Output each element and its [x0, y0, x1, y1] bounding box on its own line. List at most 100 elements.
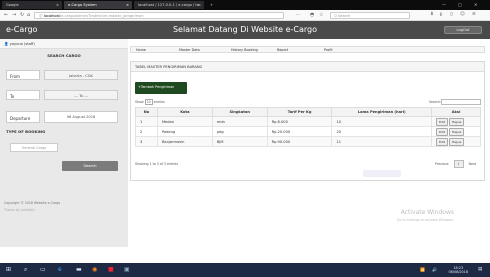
menu-icon[interactable]: ≡ — [472, 12, 476, 17]
user-name: yoyuno (staff) — [9, 42, 35, 46]
pocket-icon[interactable]: ◓ — [310, 12, 314, 18]
table-row: 2 Padang pdg Rp.20.000 20 Edit Hapus — [135, 126, 481, 137]
copyright-text: Copyright © 2018 Website e-Cargo — [4, 201, 61, 205]
logout-button[interactable]: LogOut — [444, 26, 482, 34]
next-page-button[interactable]: Next — [465, 160, 480, 168]
menu-item-report[interactable]: Report — [277, 48, 288, 52]
shipping-master-panel: TABEL MASTER PENGIRIMAN BARANG +Tambah P… — [130, 61, 485, 181]
cell-tarif: Rp.8.000 — [266, 116, 333, 127]
cell-no: 3 — [135, 136, 158, 147]
edit-button[interactable]: Edit — [436, 127, 448, 136]
download-icon[interactable]: ⬇ — [430, 12, 434, 17]
cell-kota: Medan — [156, 116, 213, 127]
col-header-no[interactable]: No — [135, 107, 158, 117]
theme-credit: Theme by Jumbotlc — [4, 208, 35, 212]
col-header-aksi: Aksi — [431, 107, 481, 117]
cell-aksi: Edit Hapus — [431, 116, 481, 127]
edit-button[interactable]: Edit — [436, 117, 448, 126]
pagination: Previous 1 Next — [431, 160, 480, 168]
delete-button[interactable]: Hapus — [448, 127, 465, 136]
table-search-label: Search: — [429, 100, 442, 104]
edge-browser-icon[interactable]: e — [58, 266, 62, 273]
search-icon[interactable]: ⌕ — [24, 266, 27, 274]
new-tab-button[interactable]: + — [206, 1, 216, 9]
browser-tab-ecargo[interactable]: e-Cargo System × — [64, 1, 132, 9]
col-header-tarif[interactable]: Tarif Per Kg — [266, 107, 333, 117]
account-icon[interactable]: ☺ — [460, 12, 465, 17]
col-header-kota[interactable]: Kota — [156, 107, 213, 117]
menu-item-home[interactable]: Home — [136, 48, 146, 52]
menu-item-profil[interactable]: Profil — [324, 48, 332, 52]
bookmark-star-icon[interactable]: ☆ — [319, 12, 323, 18]
activate-windows-title: Activate Windows — [400, 209, 454, 216]
cell-tarif: Rp.20.000 — [266, 126, 333, 137]
url-bar[interactable]: ⓘ localhost/e-cargo/admin/Tradmin/m.mast… — [34, 12, 284, 19]
file-explorer-icon[interactable]: ▬ — [76, 266, 82, 273]
close-tab-icon[interactable]: × — [198, 3, 201, 7]
app-icon[interactable]: ■ — [108, 266, 114, 273]
browser-tab-google[interactable]: Google × — [2, 1, 62, 9]
cell-lama: 20 — [331, 126, 433, 137]
page-actions-icon[interactable]: ··· — [296, 12, 300, 17]
to-select[interactable]: --- To --- — [44, 90, 118, 100]
home-icon[interactable]: ⌂ — [27, 12, 30, 18]
entries-select[interactable]: 10 — [144, 99, 153, 105]
close-tab-icon[interactable]: × — [56, 3, 59, 7]
departure-date-input[interactable]: 06 August 2018 — [44, 111, 118, 123]
type-of-booking-title: TYPE OF BOOKING — [6, 129, 46, 134]
reload-icon[interactable]: ↻ — [20, 12, 24, 18]
booking-type-select[interactable]: General Cargo — [10, 143, 58, 152]
edit-button[interactable]: Edit — [436, 137, 448, 146]
task-view-icon[interactable]: ▭ — [40, 266, 46, 273]
forward-arrow-icon[interactable]: → — [12, 12, 16, 18]
table-row: 3 Banjarmasin BJM Rp.90.000 11 Edit Hapus — [135, 136, 481, 147]
app-header: Selamat Datang Di Website e-Cargo e-Carg… — [0, 21, 490, 39]
faint-highlight — [363, 170, 401, 177]
from-select[interactable]: Jakarta - CGK — [44, 70, 118, 80]
cell-tarif: Rp.90.000 — [266, 136, 333, 147]
minimize-window-icon[interactable]: — — [442, 2, 446, 7]
table-search-input[interactable] — [441, 99, 481, 105]
library-icon[interactable]: ⫴ — [440, 12, 442, 18]
cell-lama: 10 — [331, 116, 433, 127]
cell-singkatan: mdn — [211, 116, 268, 127]
add-shipping-button[interactable]: +Tambah Pengiriman — [135, 82, 187, 94]
show-entries: Show 10 entries — [135, 99, 165, 105]
page-1-button[interactable]: 1 — [453, 160, 464, 168]
menu-item-master-data[interactable]: Master Data — [179, 48, 200, 52]
browser-search-input[interactable]: Q Search — [330, 12, 410, 19]
search-button[interactable]: Search — [62, 161, 118, 171]
browser-tab-bar: Google × e-Cargo System × localhost / 127.… — [0, 0, 490, 10]
delete-button[interactable]: Hapus — [448, 137, 465, 146]
brand-logo[interactable]: e-Cargo — [6, 25, 37, 34]
welcome-title: Selamat Datang Di Website e-Cargo — [172, 25, 318, 34]
url-host: localhost — [43, 14, 60, 18]
delete-button[interactable]: Hapus — [448, 117, 465, 126]
activate-windows-subtitle: Go to Settings to activate Windows. — [396, 218, 454, 222]
cell-kota: Padang — [156, 126, 213, 137]
close-window-icon[interactable]: ✕ — [474, 2, 477, 7]
browser-tab-phpmyadmin[interactable]: localhost / 127.0.0.1 / e-cargo / ta × — [134, 1, 204, 9]
main-menu: Home Master Data History Booking Report … — [130, 46, 485, 53]
cell-aksi: Edit Hapus — [431, 136, 481, 147]
col-header-lama[interactable]: Lama Pengiriman (hari) — [331, 107, 433, 117]
sidebar-icon[interactable]: ▯ — [450, 12, 452, 17]
network-icon[interactable]: 📶 — [420, 267, 425, 272]
cell-lama: 11 — [331, 136, 433, 147]
firefox-icon[interactable]: ◉ — [92, 266, 97, 273]
notifications-icon[interactable]: ▤ — [478, 267, 482, 272]
volume-icon[interactable]: 🔊 — [432, 267, 437, 272]
clock-date: 06/08/2018 — [448, 270, 468, 274]
maximize-window-icon[interactable]: □ — [458, 2, 462, 7]
back-arrow-icon[interactable]: ← — [4, 12, 8, 18]
menu-item-history-booking[interactable]: History Booking — [231, 48, 258, 52]
from-label: From — [6, 70, 40, 80]
col-header-singkatan[interactable]: Singkatan — [211, 107, 268, 117]
user-bar: 👤 yoyuno (staff) — [0, 39, 128, 49]
close-tab-icon[interactable]: × — [126, 3, 129, 7]
browser-nav-bar: ← → ↻ ⌂ ⓘ localhost/e-cargo/admin/Tradmi… — [0, 10, 490, 21]
windows-start-icon[interactable]: ⊞ — [6, 266, 11, 273]
prev-page-button[interactable]: Previous — [431, 160, 452, 168]
app-icon[interactable]: ▣ — [124, 266, 130, 273]
clock[interactable]: 18:23 06/08/2018 — [448, 266, 468, 274]
